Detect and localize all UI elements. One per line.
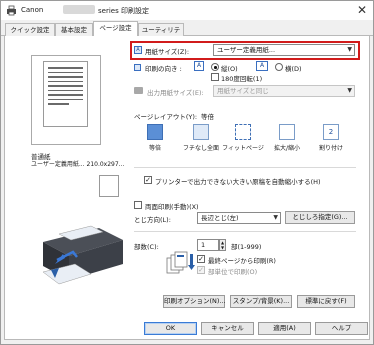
landscape-icon: A xyxy=(256,61,268,71)
print-from-last-page-checkbox[interactable]: ✓ xyxy=(197,255,205,263)
layout-normal-label: 等倍 xyxy=(148,145,161,152)
output-size-select[interactable]: 用紙サイズと同じ ▼ xyxy=(213,85,355,97)
redacted-model-name xyxy=(63,5,95,14)
window-title-suffix: series 印刷設定 xyxy=(98,7,149,15)
layout-scaled-label: 拡大/縮小 xyxy=(273,145,301,152)
help-button[interactable]: ヘルプ xyxy=(315,322,368,335)
stamp-background-button[interactable]: スタンプ/背景(K)... xyxy=(230,295,292,308)
tab-bar: クイック設定 基本設定 ページ設定 ユーティリティ xyxy=(1,20,373,46)
portrait-radio[interactable] xyxy=(211,63,219,71)
collate-label: 部単位で印刷(O) xyxy=(208,268,258,276)
duplex-label: 両面印刷(手動)(X) xyxy=(145,203,199,211)
orientation-icon xyxy=(134,64,141,71)
apply-button[interactable]: 適用(A) xyxy=(258,322,311,335)
tab-quick-setup[interactable]: クイック設定 xyxy=(5,23,55,37)
title-bar: Canon series 印刷設定 ✕ xyxy=(1,1,373,20)
output-size-value: 用紙サイズと同じ xyxy=(217,87,269,95)
ok-button[interactable]: OK xyxy=(144,322,197,335)
printer-icon xyxy=(134,87,143,94)
auto-reduce-checkbox[interactable]: ✓ xyxy=(144,176,152,184)
copies-input[interactable]: 1 xyxy=(197,239,219,251)
window-title-prefix: Canon xyxy=(21,6,44,14)
printer-illustration xyxy=(42,225,123,285)
chevron-down-icon: ▼ xyxy=(347,87,352,94)
printer-app-icon xyxy=(7,5,16,16)
paper-size-icon: A xyxy=(134,46,142,54)
tab-page-setup[interactable]: ページ設定 xyxy=(93,21,138,37)
restore-defaults-button[interactable]: 標準に戻す(F) xyxy=(297,295,355,308)
landscape-label: 横(D) xyxy=(285,65,302,73)
duplex-checkbox[interactable] xyxy=(134,201,142,209)
layout-normal[interactable]: 等倍 xyxy=(135,124,175,160)
print-options-button[interactable]: 印刷オプション(N)... xyxy=(163,295,226,308)
orientation-label: 印刷の向き : xyxy=(145,65,182,73)
layout-borderless-label: フチなし全面 xyxy=(182,145,219,152)
page-order-arrow-icon xyxy=(188,254,195,270)
rotate-180-checkbox[interactable] xyxy=(211,73,219,81)
page-layout-value: 等倍 xyxy=(201,113,214,121)
tab-utility[interactable]: ユーティリティ xyxy=(138,23,184,46)
binding-side-label: とじ方向(L): xyxy=(134,216,171,224)
fit-to-page-icon xyxy=(235,124,251,140)
collate-checkbox[interactable]: ✓ xyxy=(197,266,205,274)
auto-reduce-label: プリンターで出力できない大きい原稿を自動縮小する(H) xyxy=(155,178,321,186)
layout-page-layout[interactable]: 2 割り付け xyxy=(311,124,351,160)
paper-size-label: 用紙サイズ(Z): xyxy=(145,48,190,56)
paper-size-text: ユーザー定義用紙... 210.0x297... xyxy=(31,161,125,168)
binding-margin-button[interactable]: とじしろ指定(G)... xyxy=(285,211,355,224)
document-lines-preview xyxy=(48,67,83,108)
binding-side-value: 長辺とじ(左) xyxy=(201,214,239,222)
chevron-down-icon: ▼ xyxy=(347,46,352,53)
scaled-icon xyxy=(279,124,295,140)
tab-main[interactable]: 基本設定 xyxy=(55,23,93,37)
landscape-radio[interactable] xyxy=(275,63,283,71)
copies-stepper[interactable]: ▲ ▼ xyxy=(219,239,226,251)
layout-fit-page[interactable]: フィットページ xyxy=(222,124,264,160)
portrait-label: 縦(O) xyxy=(221,65,238,73)
paper-size-value: ユーザー定義用紙... xyxy=(217,46,276,54)
normal-size-icon xyxy=(147,124,163,140)
layout-fit-page-label: フィットページ xyxy=(222,145,264,152)
borderless-icon xyxy=(193,124,209,140)
print-from-last-page-label: 最終ページから印刷(R) xyxy=(208,257,276,265)
close-button[interactable]: ✕ xyxy=(353,2,371,18)
portrait-icon: A xyxy=(194,61,204,71)
rotate-180-label: 180度回転(1) xyxy=(221,75,263,83)
layout-page-layout-label: 割り付け xyxy=(318,145,343,152)
binding-side-select[interactable]: 長辺とじ(左) ▼ xyxy=(197,212,281,224)
output-size-label: 出力用紙サイズ(E): xyxy=(147,89,204,97)
layout-scaled[interactable]: 拡大/縮小 xyxy=(267,124,307,160)
layout-borderless[interactable]: フチなし全面 xyxy=(181,124,221,160)
copies-label: 部数(C): xyxy=(134,243,159,251)
collate-pages-icon xyxy=(166,251,188,274)
page-layout-label: ページレイアウト(Y): xyxy=(134,113,198,121)
chevron-down-icon: ▼ xyxy=(273,214,278,221)
copies-range-label: 部(1-999) xyxy=(231,243,262,251)
divider xyxy=(134,167,356,168)
print-settings-window: Canon series 印刷設定 ✕ クイック設定 基本設定 ページ設定 ユー… xyxy=(0,0,374,345)
paper-size-select[interactable]: ユーザー定義用紙... ▼ xyxy=(213,44,355,56)
divider xyxy=(134,231,356,232)
page-layout-icon: 2 xyxy=(323,124,339,140)
cancel-button[interactable]: キャンセル xyxy=(201,322,254,335)
